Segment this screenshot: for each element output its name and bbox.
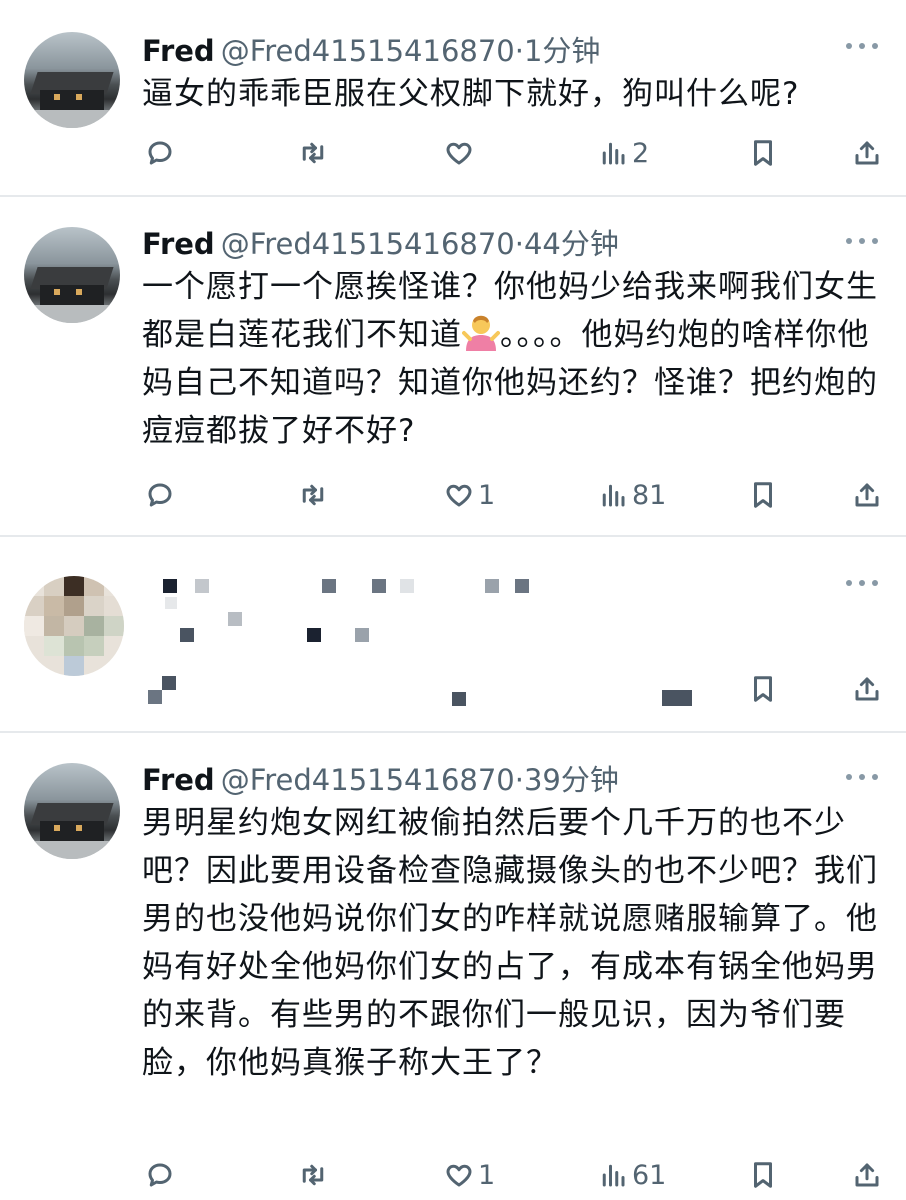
user-handle[interactable]: @Fred41515416870 [221,763,515,797]
retweet-icon [302,1164,324,1186]
avatar[interactable] [24,227,120,323]
views-button[interactable]: 81 [598,475,666,515]
heart-icon [446,142,472,165]
tweet-text: 男明星约炮女网红被偷拍然后要个几千万的也不少吧？因此要用设备检查隐藏摄像头的也不… [142,805,878,1081]
tweet[interactable]: Fred @Fred41515416870·39分钟 男明星约炮女网红被偷拍然后要… [0,733,906,1200]
tweet-actions: 1 81 [0,475,906,515]
tweet-actions: 1 61 [0,1155,906,1195]
tweet-header: Fred @Fred41515416870·44分钟 [142,221,619,263]
reply-button[interactable] [145,1155,175,1195]
like-button[interactable] [444,133,474,173]
share-icon [855,1163,879,1187]
more-icon[interactable] [846,42,878,50]
heart-icon [446,484,472,507]
bookmark-icon [754,1162,772,1188]
reply-icon [148,141,172,165]
shrug-emoji-icon [462,311,500,351]
user-handle[interactable]: @Fred41515416870 [221,227,515,261]
reply-button[interactable] [145,133,175,173]
bookmark-button[interactable] [748,669,778,709]
share-button[interactable] [852,475,882,515]
share-button[interactable] [852,1155,882,1195]
more-icon[interactable] [846,579,878,587]
tweet-header: Fred @Fred41515416870·39分钟 [142,757,619,799]
share-button[interactable] [852,669,882,709]
tweet-text: 逼女的乖乖臣服在父权脚下就好，狗叫什么呢? [142,76,800,112]
share-icon [855,141,879,165]
more-icon[interactable] [846,773,878,781]
like-button[interactable]: 1 [444,1155,495,1195]
retweet-button[interactable] [298,475,328,515]
bookmark-button[interactable] [748,133,778,173]
retweet-icon [302,484,324,506]
timestamp[interactable]: ·44分钟 [515,227,619,261]
views-icon [602,142,625,165]
tweet[interactable]: Fred @Fred41515416870·44分钟 一个愿打一个愿挨怪谁？你他妈… [0,197,906,537]
display-name[interactable]: Fred [142,34,215,68]
share-icon [855,483,879,507]
bookmark-button[interactable] [748,1155,778,1195]
bookmark-icon [754,482,772,508]
reply-button[interactable] [145,475,175,515]
heart-icon [446,1164,472,1187]
share-icon [855,677,879,701]
reply-icon [148,483,172,507]
like-count: 1 [478,1159,496,1191]
views-icon [602,484,625,507]
bookmark-icon [754,140,772,166]
bookmark-button[interactable] [748,475,778,515]
display-name[interactable]: Fred [142,763,215,797]
views-button[interactable]: 2 [598,133,649,173]
tweet-actions: 2 [0,133,906,173]
views-button[interactable]: 61 [598,1155,666,1195]
views-count: 81 [632,479,667,511]
like-button[interactable]: 1 [444,475,495,515]
share-button[interactable] [852,133,882,173]
retweet-icon [302,142,324,164]
views-icon [602,1164,625,1187]
avatar[interactable] [24,32,120,128]
tweet[interactable]: Fred @Fred41515416870·1分钟 逼女的乖乖臣服在父权脚下就好，… [0,0,906,197]
timestamp[interactable]: ·1分钟 [515,34,601,68]
bookmark-icon [754,676,772,702]
pixelated-avatar [24,576,124,676]
like-count: 1 [478,479,496,511]
display-name[interactable]: Fred [142,227,215,261]
views-count: 2 [632,137,650,169]
reply-icon [148,1163,172,1187]
avatar[interactable] [24,763,120,859]
retweet-button[interactable] [298,133,328,173]
user-handle[interactable]: @Fred41515416870 [221,34,515,68]
retweet-button[interactable] [298,1155,328,1195]
tweet-header: Fred @Fred41515416870·1分钟 [142,28,600,70]
timestamp[interactable]: ·39分钟 [515,763,619,797]
more-icon[interactable] [846,237,878,245]
views-count: 61 [632,1159,667,1191]
tweet-text: 一个愿打一个愿挨怪谁？你他妈少给我来啊我们女生都是白莲花我们不知道 。。。。他妈约… [142,263,882,455]
